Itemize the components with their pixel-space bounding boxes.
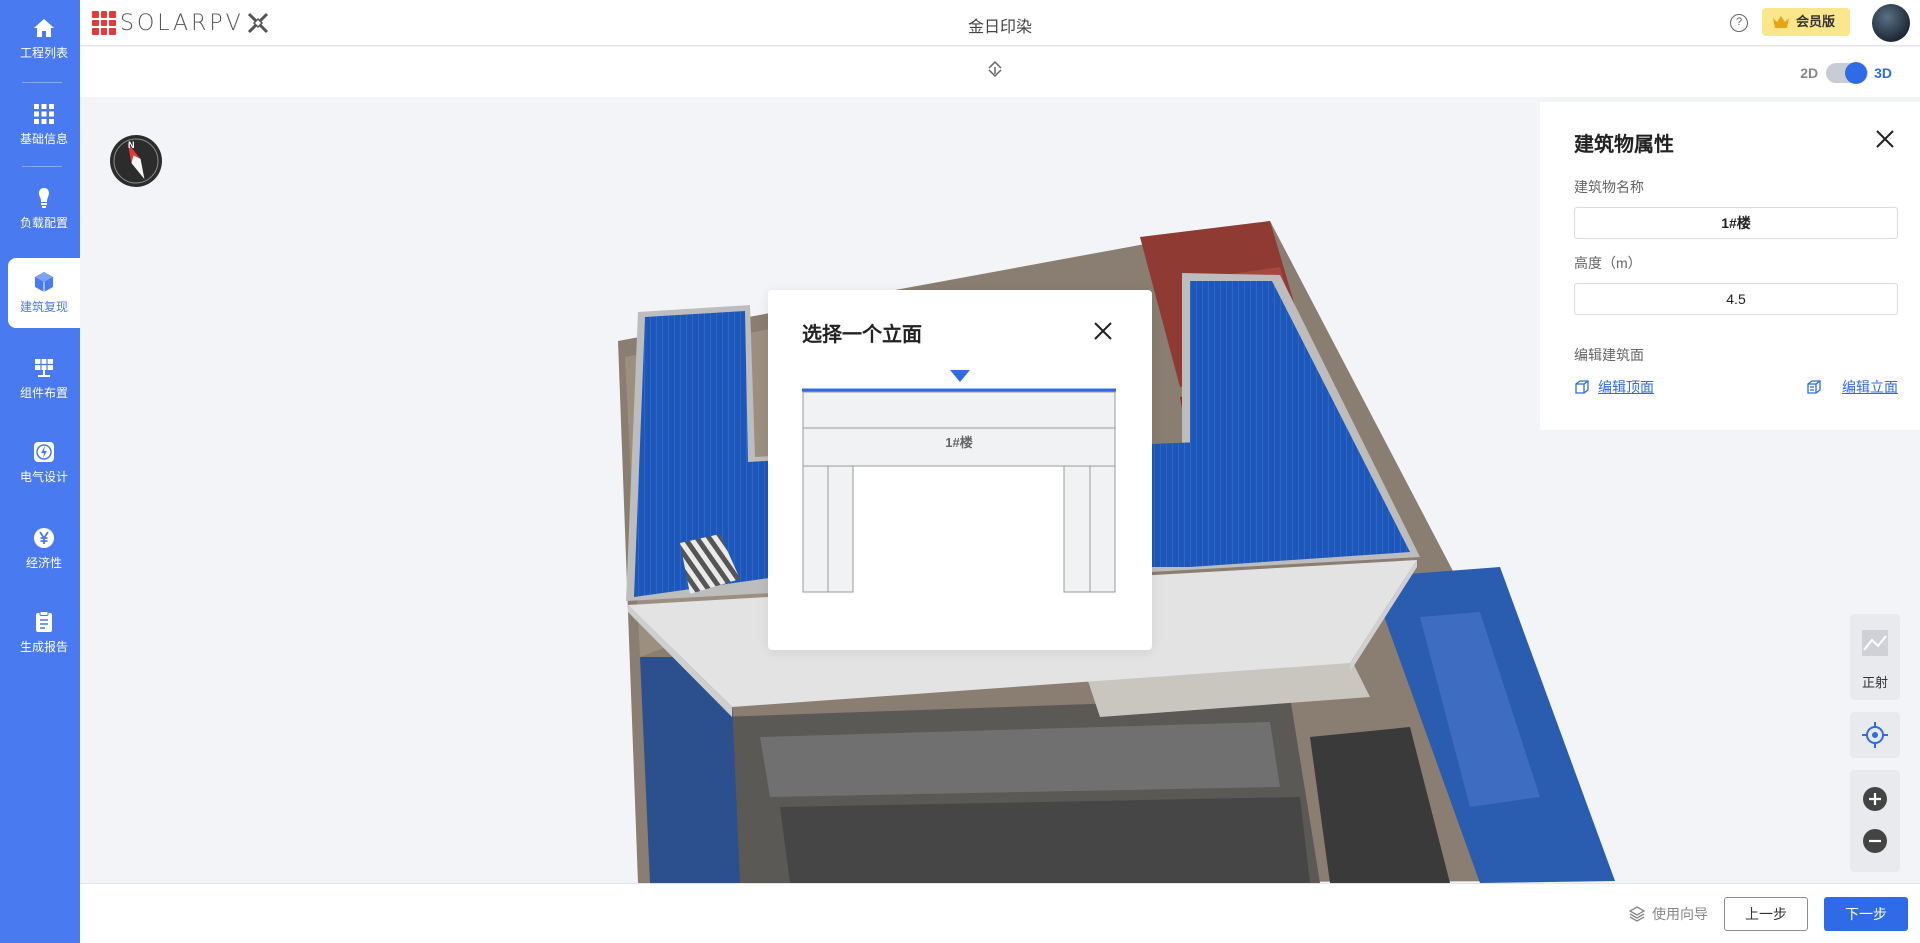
height-input[interactable]: 4.5 [1574, 283, 1898, 315]
vip-badge[interactable]: 会员版 [1762, 8, 1850, 36]
view-mode-toggle[interactable]: 2D 3D [1800, 62, 1892, 84]
user-guide-link[interactable]: 使用向导 [1628, 904, 1708, 924]
sidebar-divider [22, 82, 62, 83]
sub-toolbar: 2D 3D [80, 47, 1920, 97]
sidebar-item-basic-info[interactable]: 基础信息 [8, 90, 80, 160]
dialog-title: 选择一个立面 [802, 324, 922, 346]
building-plan-diagram[interactable] [802, 370, 1116, 600]
sidebar-item-load-config[interactable]: 负载配置 [8, 174, 80, 244]
sidebar-item-label: 生成报告 [19, 640, 68, 654]
toggle-2d-label[interactable]: 2D [1800, 65, 1818, 81]
bulb-icon [39, 188, 49, 208]
help-icon[interactable]: ? [1730, 14, 1748, 32]
sidebar-item-label: 基础信息 [19, 132, 68, 146]
sidebar-item-module-layout[interactable]: 组件布置 [8, 344, 80, 414]
sidebar-item-label: 工程列表 [19, 46, 68, 60]
sidebar-item-electrical[interactable]: 电气设计 [8, 428, 80, 498]
edit-facade-label: 编辑立面 [1842, 379, 1898, 395]
panel-title: 建筑物属性 [1574, 134, 1674, 156]
top-surface-icon [1575, 380, 1589, 394]
toggle-switch[interactable] [1826, 62, 1869, 84]
previous-step-button[interactable]: 上一步 [1724, 897, 1808, 931]
grid-icon [34, 104, 54, 124]
svg-text:N: N [128, 140, 135, 150]
zoom-in-icon[interactable] [1862, 786, 1888, 812]
zoom-out-icon[interactable] [1862, 828, 1888, 854]
ortho-view-button[interactable]: 正射 [1850, 614, 1900, 700]
project-title: 金日印染 [967, 19, 1032, 36]
toggle-3d-label[interactable]: 3D [1874, 65, 1892, 81]
building-name-label: 建筑物名称 [1574, 179, 1644, 195]
height-label: 高度（m） [1574, 255, 1642, 271]
toggle-knob [1845, 62, 1868, 84]
edit-section-label: 编辑建筑面 [1574, 347, 1644, 363]
select-facade-dialog: 选择一个立面 1#楼 [768, 290, 1152, 650]
sidebar: 工程列表 基础信息 负载配置 建筑复现 组件布置 电气设计 经济性 生成报告 [0, 0, 80, 943]
facade-marker-icon [950, 370, 970, 382]
sidebar-item-building[interactable]: 建筑复现 [8, 258, 80, 328]
facade-surface-icon [1807, 380, 1821, 394]
guide-icon [1628, 906, 1646, 922]
avatar[interactable] [1872, 4, 1910, 42]
building-name-input[interactable]: 1#楼 [1574, 207, 1898, 239]
compass-icon[interactable]: N [110, 135, 162, 187]
plan-building-label: 1#楼 [945, 435, 973, 450]
locate-icon [1862, 722, 1888, 748]
sidebar-item-label: 电气设计 [19, 470, 68, 484]
solar-panel-icon [35, 359, 53, 377]
ortho-icon [1862, 630, 1888, 656]
collapse-toggle-icon[interactable] [985, 59, 1005, 79]
sidebar-divider [22, 166, 62, 167]
cube-icon [35, 272, 53, 292]
sidebar-item-economics[interactable]: 经济性 [8, 514, 80, 584]
next-step-button[interactable]: 下一步 [1824, 897, 1908, 931]
edit-top-link[interactable]: 编辑顶面 [1574, 377, 1654, 397]
vip-label: 会员版 [1796, 14, 1836, 29]
report-icon [36, 611, 52, 632]
sidebar-item-label: 建筑复现 [19, 300, 68, 314]
yen-icon [34, 528, 54, 548]
lightning-icon [34, 442, 54, 462]
locate-button[interactable] [1850, 712, 1900, 758]
sidebar-item-label: 组件布置 [19, 386, 68, 400]
ortho-label: 正射 [1861, 675, 1888, 690]
building-properties-panel: 建筑物属性 建筑物名称 1#楼 高度（m） 4.5 编辑建筑面 编辑顶面 编辑立… [1540, 102, 1920, 430]
zoom-controls [1850, 770, 1900, 872]
crown-icon [1773, 16, 1789, 28]
edit-facade-link[interactable]: 编辑立面 [1806, 377, 1898, 397]
sidebar-item-report[interactable]: 生成报告 [8, 598, 80, 668]
top-header: SOLARPV 金日印染 ? 会员版 [80, 0, 1920, 46]
close-icon[interactable] [1874, 128, 1896, 150]
home-icon [34, 19, 54, 37]
compass-needle-icon: N [113, 138, 159, 184]
sidebar-item-label: 经济性 [25, 556, 62, 570]
sidebar-item-label: 负载配置 [19, 216, 68, 230]
edit-top-label: 编辑顶面 [1598, 379, 1654, 395]
guide-label: 使用向导 [1652, 906, 1708, 922]
sidebar-item-project-list[interactable]: 工程列表 [8, 4, 80, 74]
edit-links-row: 编辑顶面 编辑立面 [1574, 377, 1898, 397]
close-icon[interactable] [1092, 320, 1114, 342]
bottom-action-bar: 使用向导 上一步 下一步 [80, 883, 1920, 943]
